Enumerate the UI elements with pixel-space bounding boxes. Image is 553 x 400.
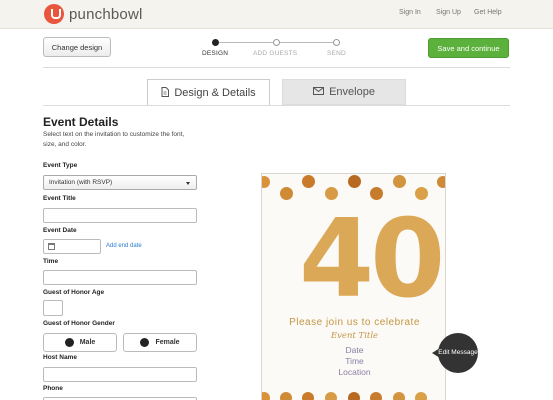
invitation-date[interactable]: Date (262, 345, 445, 355)
guest-of-honor-age-label: Guest of Honor Age (43, 289, 105, 296)
step-label-add-guests[interactable]: ADD GUESTS (253, 50, 297, 57)
decor-dot (393, 175, 406, 188)
tab-divider (43, 105, 510, 106)
invitation-event-title[interactable]: Event Title (262, 331, 445, 341)
step-bar: Change design DESIGN ADD GUESTS SEND Sav… (0, 29, 553, 67)
decor-dot (437, 176, 445, 188)
invitation-line-celebrate[interactable]: Please join us to celebrate (262, 317, 445, 328)
step-label-design[interactable]: DESIGN (202, 50, 228, 57)
decor-dot (348, 175, 361, 188)
caret-down-icon (186, 182, 190, 185)
add-end-date-link[interactable]: Add end date (106, 243, 142, 249)
brand-name: punchbowl (69, 5, 143, 23)
invitation-location[interactable]: Location (262, 367, 445, 377)
top-nav: punchbowl Sign In Sign Up Get Help (0, 0, 553, 29)
gender-male-label: Male (79, 339, 96, 346)
host-name-label: Host Name (43, 354, 77, 361)
decor-dot (262, 392, 270, 400)
sign-up-link[interactable]: Sign Up (436, 9, 461, 16)
decor-dot (348, 392, 360, 400)
tab-design-details-label: Design & Details (174, 86, 256, 99)
get-help-link[interactable]: Get Help (474, 9, 502, 16)
gender-female-button[interactable]: Female (123, 333, 197, 352)
decor-dot (325, 392, 337, 400)
step-connector (278, 42, 335, 43)
male-icon (64, 338, 74, 347)
event-date-label: Event Date (43, 227, 77, 234)
edit-message-button[interactable]: Edit Message (432, 333, 482, 373)
decor-dot (280, 187, 293, 200)
decor-dot (393, 392, 405, 400)
brand-logo[interactable]: punchbowl (44, 4, 143, 24)
event-details-heading: Event Details (43, 115, 119, 129)
document-icon (161, 86, 170, 99)
guest-of-honor-age-input[interactable] (43, 300, 63, 316)
step-dot-add-guests (273, 39, 280, 46)
step-label-send[interactable]: SEND (327, 50, 346, 57)
event-title-input[interactable] (43, 208, 197, 223)
change-design-button[interactable]: Change design (43, 37, 111, 57)
decor-dot (302, 392, 314, 400)
event-details-help-text: Select text on the invitation to customi… (43, 131, 185, 148)
tab-envelope[interactable]: Envelope (282, 79, 406, 105)
decor-dot (262, 176, 270, 188)
decor-dot (302, 175, 315, 188)
invitation-preview[interactable]: 40 Please join us to celebrate Event Tit… (261, 173, 446, 400)
tab-design-details[interactable]: Design & Details (147, 79, 270, 105)
event-date-input[interactable] (43, 239, 101, 254)
time-label: Time (43, 258, 59, 265)
event-title-label: Event Title (43, 195, 76, 202)
invitation-big-number[interactable]: 40 (299, 206, 445, 314)
time-input[interactable] (43, 270, 197, 285)
edit-message-label: Edit Message (438, 333, 478, 373)
gender-female-label: Female (155, 339, 180, 346)
punchbowl-logo-icon (44, 4, 64, 24)
event-type-select[interactable]: Invitation (with RSVP) (43, 175, 197, 190)
gender-male-button[interactable]: Male (43, 333, 117, 352)
phone-label: Phone (43, 385, 63, 392)
envelope-icon (313, 87, 325, 97)
host-name-input[interactable] (43, 367, 197, 382)
calendar-icon (48, 243, 55, 250)
step-connector (217, 42, 273, 43)
event-type-value: Invitation (with RSVP) (49, 179, 113, 186)
divider (43, 67, 510, 68)
tab-envelope-label: Envelope (329, 86, 375, 98)
invitation-time[interactable]: Time (262, 356, 445, 366)
step-dot-design (212, 39, 219, 46)
event-type-label: Event Type (43, 162, 78, 169)
sign-in-link[interactable]: Sign In (399, 9, 421, 16)
decor-dot (415, 392, 427, 400)
save-and-continue-button[interactable]: Save and continue (428, 38, 509, 58)
decor-dot (370, 392, 382, 400)
female-icon (140, 338, 150, 347)
guest-of-honor-gender-label: Guest of Honor Gender (43, 320, 115, 327)
decor-dot (280, 392, 292, 400)
step-dot-send (333, 39, 340, 46)
